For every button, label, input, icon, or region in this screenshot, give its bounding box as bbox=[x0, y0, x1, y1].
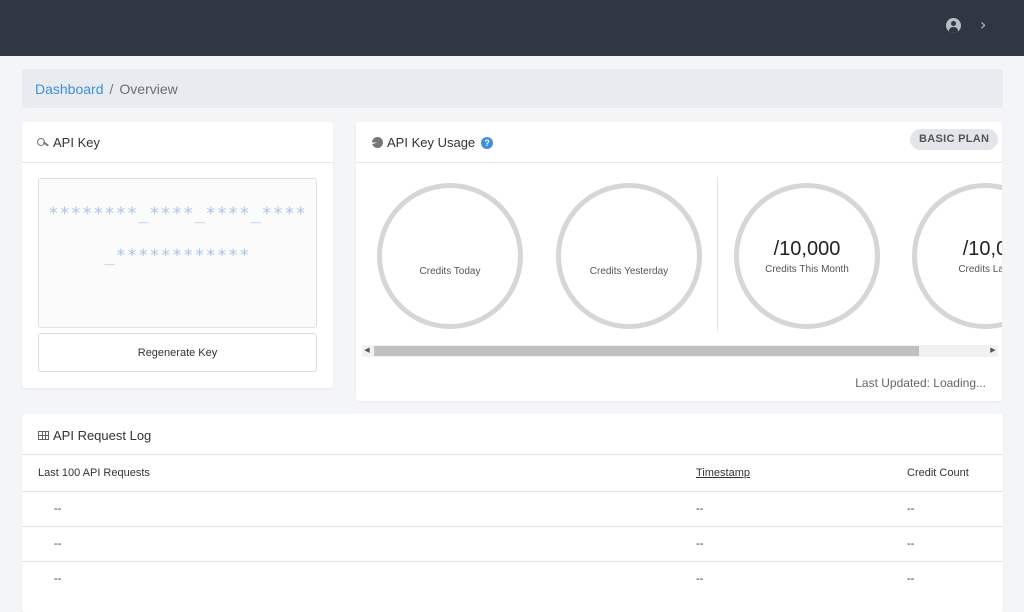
gauge-credits-yesterday: Credits Yesterday bbox=[556, 183, 702, 329]
gauge-credits-today: Credits Today bbox=[377, 183, 523, 329]
gauge-credits-this-month: /10,000 Credits This Month bbox=[734, 183, 880, 329]
table-cell: -- bbox=[22, 561, 696, 597]
table-icon bbox=[38, 431, 49, 440]
breadcrumb-dashboard-link[interactable]: Dashboard bbox=[35, 81, 104, 97]
api-key-card-title: API Key bbox=[37, 135, 100, 150]
pie-chart-icon bbox=[372, 137, 383, 148]
api-key-usage-card: API Key Usage ? BASIC PLAN Credits Today… bbox=[356, 122, 1002, 401]
api-key-card: API Key ********_****_****_****_********… bbox=[22, 122, 333, 388]
scroll-left-arrow-icon[interactable]: ◀ bbox=[362, 345, 372, 357]
gauge-value: /10,000 bbox=[773, 238, 841, 260]
user-circle-icon[interactable] bbox=[946, 18, 961, 33]
column-header-credit-count: Credit Count bbox=[907, 454, 1003, 492]
table-cell: -- bbox=[907, 561, 1003, 597]
help-icon[interactable]: ? bbox=[481, 136, 494, 149]
table-cell: -- bbox=[22, 526, 696, 562]
regenerate-key-button[interactable]: Regenerate Key bbox=[38, 333, 317, 372]
usage-gauges: Credits Today Credits Yesterday /10,000 … bbox=[356, 163, 1002, 343]
last-updated-text: Last Updated: Loading... bbox=[855, 376, 986, 390]
top-navbar: › bbox=[0, 0, 1024, 56]
timestamp-sort-link[interactable]: Timestamp bbox=[696, 467, 750, 479]
column-header-requests: Last 100 API Requests bbox=[22, 454, 696, 492]
request-log-table: Last 100 API Requests Timestamp Credit C… bbox=[22, 454, 1003, 597]
chevron-right-icon[interactable]: › bbox=[980, 15, 986, 34]
table-cell: -- bbox=[907, 526, 1003, 562]
api-request-log-card: API Request Log Last 100 API Requests Ti… bbox=[22, 414, 1003, 612]
key-icon bbox=[37, 137, 49, 148]
gauge-label: Credits This Month bbox=[765, 264, 849, 275]
gauge-separator bbox=[717, 177, 718, 331]
gauge-label: Credits Last bbox=[958, 264, 1002, 275]
api-key-display[interactable]: ********_****_****_****_************ bbox=[38, 178, 317, 328]
breadcrumb-separator: / bbox=[109, 81, 114, 97]
request-log-card-title: API Request Log bbox=[38, 428, 151, 443]
gauge-label: Credits Today bbox=[419, 266, 481, 277]
gauge-value: /10,0 bbox=[962, 238, 1002, 260]
scrollbar-thumb[interactable] bbox=[374, 346, 919, 356]
table-row: -- -- -- bbox=[22, 526, 1003, 562]
api-key-title: API Key bbox=[53, 135, 100, 150]
table-cell: -- bbox=[696, 526, 907, 562]
table-row: -- -- -- bbox=[22, 561, 1003, 597]
table-cell: -- bbox=[696, 561, 907, 597]
gauge-credits-last: /10,0 Credits Last bbox=[912, 183, 1002, 329]
table-row: -- -- -- bbox=[22, 491, 1003, 527]
breadcrumb: Dashboard / Overview bbox=[22, 69, 1003, 108]
table-cell: -- bbox=[907, 491, 1003, 527]
divider bbox=[22, 162, 333, 163]
plan-badge: BASIC PLAN bbox=[910, 129, 999, 150]
table-header-row: Last 100 API Requests Timestamp Credit C… bbox=[22, 454, 1003, 492]
breadcrumb-current: Overview bbox=[119, 81, 178, 97]
scroll-right-arrow-icon[interactable]: ▶ bbox=[988, 345, 998, 357]
gauge-label: Credits Yesterday bbox=[589, 266, 669, 277]
usage-title: API Key Usage bbox=[387, 135, 476, 150]
horizontal-scrollbar[interactable]: ◀ ▶ bbox=[362, 345, 998, 357]
table-cell: -- bbox=[22, 491, 696, 527]
table-cell: -- bbox=[696, 491, 907, 527]
column-header-timestamp[interactable]: Timestamp bbox=[696, 454, 907, 492]
request-log-title: API Request Log bbox=[53, 428, 152, 443]
usage-card-title: API Key Usage ? bbox=[372, 135, 494, 150]
